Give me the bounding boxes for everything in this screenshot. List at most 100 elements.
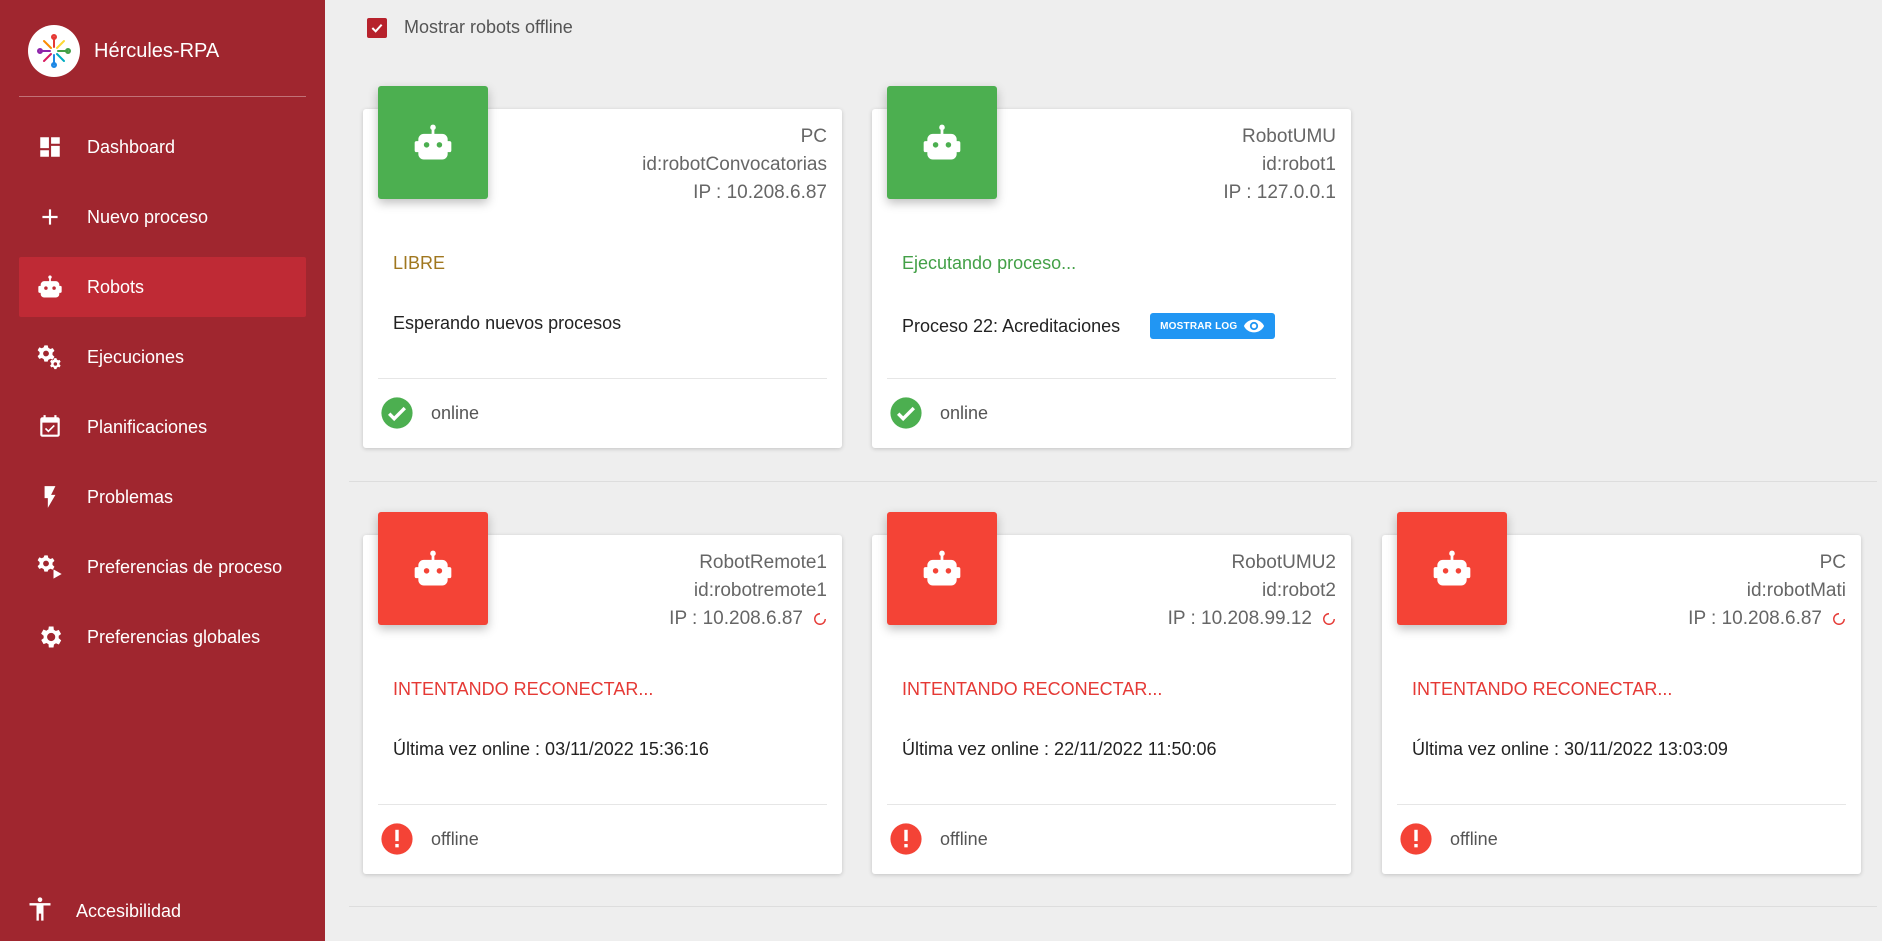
card-divider (1397, 804, 1846, 805)
sidebar-item-label: Planificaciones (87, 416, 208, 437)
app-logo-icon (28, 25, 80, 77)
sidebar-divider (19, 96, 306, 97)
sidebar-item-preferencias-proceso[interactable]: Preferencias de proceso (19, 537, 306, 597)
robot-status-tile (1397, 512, 1507, 625)
sidebar-item-preferencias-globales[interactable]: Preferencias globales (19, 607, 306, 667)
spinner-icon (814, 613, 826, 625)
robot-icon (414, 550, 452, 585)
sidebar-item-label: Preferencias de proceso (87, 556, 283, 577)
robot-status-tile (378, 86, 488, 199)
robot-id: id:robot1 (1262, 154, 1336, 175)
sidebar: Hércules-RPA Dashboard Nuevo proceso Rob… (0, 0, 325, 941)
robot-card: RobotRemote1 id:robotremote1 IP : 10.208… (363, 512, 842, 874)
show-log-label: MOSTRAR LOG (1160, 320, 1238, 332)
robot-status-tile (378, 512, 488, 625)
accessibility-icon (26, 895, 54, 928)
gears-icon (35, 342, 65, 372)
robot-icon (1433, 550, 1471, 585)
sidebar-item-problemas[interactable]: Problemas (19, 467, 306, 527)
gear-play-icon (35, 552, 65, 582)
sidebar-item-dashboard[interactable]: Dashboard (19, 117, 306, 177)
plus-icon (35, 202, 65, 232)
dashboard-icon (35, 132, 65, 162)
show-offline-toggle[interactable]: Mostrar robots offline (367, 17, 573, 38)
sidebar-item-robots[interactable]: Robots (19, 257, 306, 317)
check-circle-icon (890, 397, 922, 429)
robot-name: RobotUMU2 (1231, 552, 1336, 573)
sidebar-item-label: Nuevo proceso (87, 206, 209, 227)
section-divider (349, 906, 1877, 907)
robot-icon (35, 272, 65, 302)
robot-icon (414, 124, 452, 159)
robot-card: PC id:robotConvocatorias IP : 10.208.6.8… (363, 86, 842, 448)
robot-name: PC (800, 126, 827, 147)
robot-info: PC id:robotConvocatorias IP : 10.208.6.8… (642, 123, 827, 207)
robot-info: RobotUMU id:robot1 IP : 127.0.0.1 (1223, 123, 1336, 207)
check-icon (371, 23, 383, 33)
gear-icon (35, 622, 65, 652)
robot-id: id:robotremote1 (693, 580, 827, 601)
sidebar-item-planificaciones[interactable]: Planificaciones (19, 397, 306, 457)
robot-status: INTENTANDO RECONECTAR... (393, 679, 654, 699)
sidebar-item-accesibilidad[interactable]: Accesibilidad (26, 895, 181, 928)
robot-name: RobotRemote1 (699, 552, 827, 573)
robot-status-tile (887, 512, 997, 625)
robot-description: Última vez online : 22/11/2022 11:50:06 (902, 739, 1217, 759)
show-offline-label: Mostrar robots offline (404, 17, 573, 37)
sidebar-item-label: Dashboard (87, 136, 176, 157)
robot-description: Esperando nuevos procesos (393, 313, 622, 333)
section-divider (349, 481, 1877, 482)
connection-status: online (940, 402, 989, 423)
sidebar-item-label: Preferencias globales (87, 626, 261, 647)
robot-ip: IP : 10.208.6.87 (1688, 608, 1822, 629)
robot-status-tile (887, 86, 997, 199)
brand[interactable]: Hércules-RPA (28, 25, 219, 77)
robot-status: INTENTANDO RECONECTAR... (902, 679, 1163, 699)
robot-name: RobotUMU (1242, 126, 1336, 147)
eye-icon (1243, 318, 1265, 334)
alert-circle-icon (1400, 823, 1432, 855)
robot-card: PC id:robotMati IP : 10.208.6.87 INTENTA… (1382, 512, 1861, 874)
sidebar-nav: Dashboard Nuevo proceso Robots Ejecucion… (19, 117, 306, 677)
robot-description: Última vez online : 30/11/2022 13:03:09 (1412, 739, 1728, 759)
robot-id: id:robotConvocatorias (642, 154, 827, 175)
robot-ip: IP : 10.208.6.87 (669, 608, 803, 629)
show-log-button[interactable]: MOSTRAR LOG (1150, 313, 1276, 339)
sidebar-item-ejecuciones[interactable]: Ejecuciones (19, 327, 306, 387)
card-divider (887, 804, 1336, 805)
robot-ip: IP : 10.208.6.87 (693, 182, 827, 203)
alert-circle-icon (381, 823, 413, 855)
alert-circle-icon (890, 823, 922, 855)
robot-status: Ejecutando proceso... (902, 253, 1077, 273)
card-divider (378, 378, 827, 379)
robot-description: Proceso 22: Acreditaciones (902, 315, 1121, 336)
calendar-check-icon (35, 412, 65, 442)
sidebar-item-nuevo-proceso[interactable]: Nuevo proceso (19, 187, 306, 247)
bolt-icon (35, 482, 65, 512)
connection-status: offline (940, 828, 988, 849)
accessibility-label: Accesibilidad (76, 901, 182, 921)
robot-icon (923, 550, 961, 585)
connection-status: offline (431, 828, 479, 849)
sidebar-item-label: Problemas (87, 486, 174, 507)
sidebar-item-label: Robots (87, 276, 145, 297)
robot-name: PC (1819, 552, 1846, 573)
check-circle-icon (381, 397, 413, 429)
robot-ip: IP : 10.208.99.12 (1167, 608, 1312, 629)
robot-id: id:robotMati (1746, 580, 1846, 601)
robot-card: RobotUMU2 id:robot2 IP : 10.208.99.12 IN… (872, 512, 1351, 874)
connection-status: online (431, 402, 480, 423)
show-offline-checkbox[interactable] (367, 17, 387, 38)
robot-info: PC id:robotMati IP : 10.208.6.87 (1688, 549, 1846, 633)
robot-ip: IP : 127.0.0.1 (1223, 182, 1336, 203)
sidebar-item-label: Ejecuciones (87, 346, 185, 367)
card-divider (378, 804, 827, 805)
card-divider (887, 378, 1336, 379)
robot-info: RobotRemote1 id:robotremote1 IP : 10.208… (669, 549, 827, 633)
app-title: Hércules-RPA (94, 39, 220, 62)
robot-status: LIBRE (393, 253, 446, 273)
robot-icon (923, 124, 961, 159)
spinner-icon (1833, 613, 1845, 625)
robot-status: INTENTANDO RECONECTAR... (1412, 679, 1673, 699)
robot-id: id:robot2 (1262, 580, 1336, 601)
